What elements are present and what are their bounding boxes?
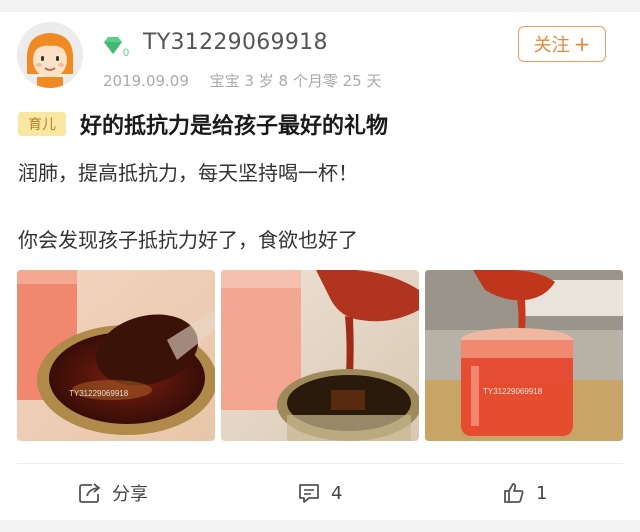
bottom-separator (0, 520, 640, 532)
follow-button[interactable]: 关注 + (518, 26, 606, 62)
plus-icon: + (573, 32, 591, 56)
divider (17, 463, 623, 464)
like-button[interactable]: 1 (502, 478, 547, 508)
top-separator (0, 0, 640, 12)
post-title: 好的抵抗力是给孩子最好的礼物 (80, 114, 389, 139)
photo-watermark: TY31229069918 (69, 389, 129, 398)
thumbs-up-icon (504, 483, 524, 503)
follow-label: 关注 (533, 35, 570, 56)
username[interactable]: TY31229069918 (143, 30, 328, 55)
baby-age: 宝宝 3 岁 8 个月零 25 天 (209, 72, 382, 90)
post-body-line: 你会发现孩子抵抗力好了，食欲也好了 (18, 228, 358, 252)
comment-icon (299, 484, 319, 503)
comment-button[interactable]: 4 (297, 478, 342, 508)
share-button[interactable]: 分享 (78, 478, 148, 508)
post-body-line: 润肺，提高抵抗力，每天坚持喝一杯！ (18, 161, 358, 185)
share-label: 分享 (112, 484, 148, 505)
post-meta: 2019.09.09 宝宝 3 岁 8 个月零 25 天 (103, 70, 381, 91)
category-tag[interactable]: 育儿 (18, 112, 66, 136)
comment-count: 4 (331, 482, 343, 504)
post-photo[interactable] (221, 270, 419, 441)
avatar[interactable] (17, 22, 83, 88)
vip-diamond-icon: 0 (102, 36, 132, 59)
share-icon (79, 483, 101, 503)
post-date: 2019.09.09 (103, 72, 189, 90)
post-photo[interactable]: TY31229069918 (17, 270, 215, 441)
like-count: 1 (536, 482, 548, 504)
vip-level: 0 (123, 47, 129, 58)
photo-watermark: TY31229069918 (483, 387, 543, 396)
post-photo[interactable]: TY31229069918 (425, 270, 623, 441)
